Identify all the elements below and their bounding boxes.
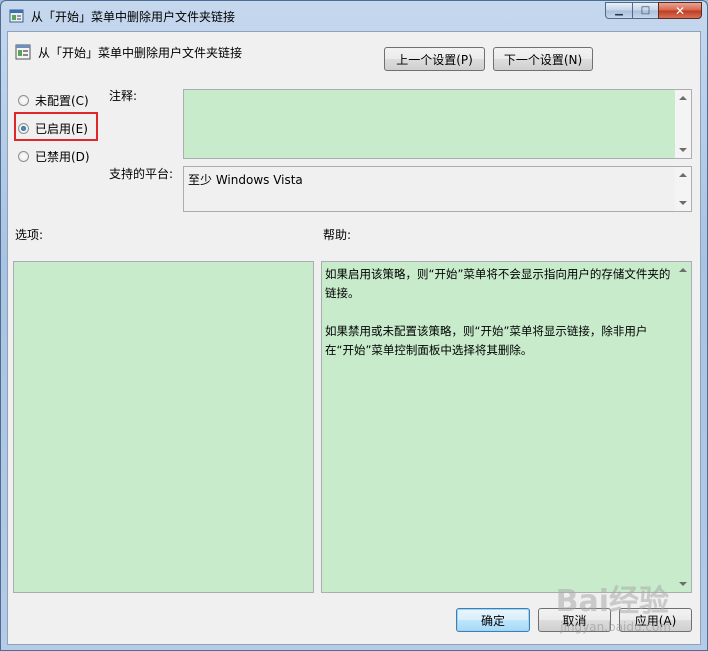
platform-value: 至少 Windows Vista <box>188 173 303 187</box>
scroll-down-icon[interactable] <box>679 582 687 586</box>
options-panel <box>13 261 314 593</box>
scroll-up-icon[interactable] <box>679 173 687 177</box>
options-label: 选项: <box>15 228 44 242</box>
radio-disabled-circle[interactable] <box>18 151 29 162</box>
setting-icon <box>15 44 31 60</box>
radio-not-configured-label: 未配置(C) <box>35 94 89 108</box>
scroll-down-icon[interactable] <box>679 201 687 205</box>
scroll-up-icon[interactable] <box>679 268 687 272</box>
radio-not-configured-circle[interactable] <box>18 95 29 106</box>
platform-label: 支持的平台: <box>109 167 174 181</box>
help-label: 帮助: <box>323 228 352 242</box>
close-button[interactable]: ✕ <box>658 2 702 19</box>
scroll-up-icon[interactable] <box>679 96 687 100</box>
comment-scrollbar[interactable] <box>675 90 691 158</box>
platform-scrollbar[interactable] <box>675 167 691 211</box>
platform-box: 至少 Windows Vista <box>183 166 692 212</box>
maximize-button[interactable]: □ <box>632 2 658 19</box>
caption-buttons: ▁ □ ✕ <box>605 2 702 20</box>
help-panel: 如果启用该策略，则“开始”菜单将不会显示指向用户的存储文件夹的链接。 如果禁用或… <box>321 261 692 593</box>
dialog-body: 从「开始」菜单中删除用户文件夹链接 上一个设置(P) 下一个设置(N) 未配置(… <box>7 31 701 645</box>
radio-not-configured[interactable]: 未配置(C) <box>18 92 89 109</box>
window-title: 从「开始」菜单中删除用户文件夹链接 <box>31 10 236 24</box>
help-scrollbar[interactable] <box>675 262 691 592</box>
watermark-logo: Bai经验 <box>555 584 669 619</box>
radio-enabled-label: 已启用(E) <box>35 122 88 136</box>
scroll-down-icon[interactable] <box>679 148 687 152</box>
help-text: 如果启用该策略，则“开始”菜单将不会显示指向用户的存储文件夹的链接。 如果禁用或… <box>325 265 671 379</box>
policy-name: 从「开始」菜单中删除用户文件夹链接 <box>38 46 243 60</box>
title-bar[interactable]: 从「开始」菜单中删除用户文件夹链接 ▁ □ ✕ <box>1 1 707 31</box>
radio-enabled[interactable]: 已启用(E) <box>18 120 88 137</box>
radio-enabled-circle[interactable] <box>18 123 29 134</box>
help-paragraph: 如果启用该策略，则“开始”菜单将不会显示指向用户的存储文件夹的链接。 <box>325 267 671 300</box>
radio-disabled-label: 已禁用(D) <box>35 150 90 164</box>
help-paragraph: 如果禁用或未配置该策略，则“开始”菜单将显示链接，除非用户在“开始”菜单控制面板… <box>325 324 648 357</box>
minimize-icon: ▁ <box>615 5 623 16</box>
ok-button[interactable]: 确定 <box>456 608 530 632</box>
comment-label: 注释: <box>109 89 138 103</box>
minimize-button[interactable]: ▁ <box>605 2 632 19</box>
comment-textarea[interactable] <box>183 89 692 159</box>
maximize-icon: □ <box>640 5 651 16</box>
close-icon: ✕ <box>674 3 686 18</box>
watermark-url: jingyan.baidu.com <box>560 620 671 634</box>
policy-icon <box>9 9 24 23</box>
dialog-window: 从「开始」菜单中删除用户文件夹链接 ▁ □ ✕ 从「开始」菜单中删除用户文件夹链… <box>0 0 708 651</box>
next-setting-button[interactable]: 下一个设置(N) <box>493 47 593 71</box>
radio-disabled[interactable]: 已禁用(D) <box>18 148 90 165</box>
previous-setting-button[interactable]: 上一个设置(P) <box>384 47 485 71</box>
